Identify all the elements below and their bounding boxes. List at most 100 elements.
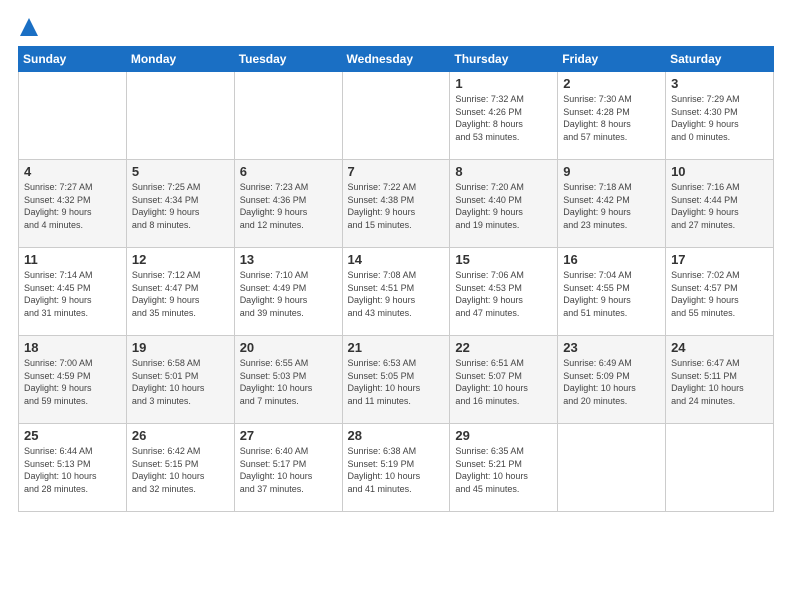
calendar-cell: [234, 72, 342, 160]
calendar-cell: 7 Sunrise: 7:22 AM Sunset: 4:38 PM Daylig…: [342, 160, 450, 248]
calendar-cell: 6 Sunrise: 7:23 AM Sunset: 4:36 PM Daylig…: [234, 160, 342, 248]
day-number: 21: [348, 340, 445, 355]
calendar-body: 1 Sunrise: 7:32 AM Sunset: 4:26 PM Daylig…: [19, 72, 774, 512]
calendar-cell: 28 Sunrise: 6:38 AM Sunset: 5:19 PM Dayli…: [342, 424, 450, 512]
calendar-cell: 29Sunrise: 6:35 AM Sunset: 5:21 PM Dayli…: [450, 424, 558, 512]
calendar-table: SundayMondayTuesdayWednesdayThursdayFrid…: [18, 46, 774, 512]
day-number: 16: [563, 252, 660, 267]
calendar-cell: 21 Sunrise: 6:53 AM Sunset: 5:05 PM Dayli…: [342, 336, 450, 424]
calendar-week-2: 4 Sunrise: 7:27 AM Sunset: 4:32 PM Daylig…: [19, 160, 774, 248]
calendar-cell: 23 Sunrise: 6:49 AM Sunset: 5:09 PM Dayli…: [558, 336, 666, 424]
day-number: 23: [563, 340, 660, 355]
calendar-cell: 3 Sunrise: 7:29 AM Sunset: 4:30 PM Daylig…: [666, 72, 774, 160]
day-number: 11: [24, 252, 121, 267]
calendar-cell: [558, 424, 666, 512]
calendar-cell: 5Sunrise: 7:25 AM Sunset: 4:34 PM Daylig…: [126, 160, 234, 248]
day-info: Sunrise: 6:38 AM Sunset: 5:19 PM Dayligh…: [348, 445, 445, 495]
day-info: Sunrise: 7:10 AM Sunset: 4:49 PM Dayligh…: [240, 269, 337, 319]
day-info: Sunrise: 7:20 AM Sunset: 4:40 PM Dayligh…: [455, 181, 552, 231]
day-number: 19: [132, 340, 229, 355]
day-info: Sunrise: 6:44 AM Sunset: 5:13 PM Dayligh…: [24, 445, 121, 495]
day-number: 1: [455, 76, 552, 91]
day-number: 14: [348, 252, 445, 267]
day-info: Sunrise: 7:08 AM Sunset: 4:51 PM Dayligh…: [348, 269, 445, 319]
calendar-cell: 1 Sunrise: 7:32 AM Sunset: 4:26 PM Daylig…: [450, 72, 558, 160]
calendar-cell: 17 Sunrise: 7:02 AM Sunset: 4:57 PM Dayli…: [666, 248, 774, 336]
header-row: SundayMondayTuesdayWednesdayThursdayFrid…: [19, 47, 774, 72]
weekday-header-friday: Friday: [558, 47, 666, 72]
day-number: 15: [455, 252, 552, 267]
day-number: 2: [563, 76, 660, 91]
calendar-cell: 4 Sunrise: 7:27 AM Sunset: 4:32 PM Daylig…: [19, 160, 127, 248]
day-info: Sunrise: 6:55 AM Sunset: 5:03 PM Dayligh…: [240, 357, 337, 407]
day-number: 17: [671, 252, 768, 267]
calendar-cell: 9 Sunrise: 7:18 AM Sunset: 4:42 PM Daylig…: [558, 160, 666, 248]
calendar-cell: 16 Sunrise: 7:04 AM Sunset: 4:55 PM Dayli…: [558, 248, 666, 336]
day-number: 3: [671, 76, 768, 91]
day-number: 13: [240, 252, 337, 267]
day-info: Sunrise: 7:04 AM Sunset: 4:55 PM Dayligh…: [563, 269, 660, 319]
day-number: 25: [24, 428, 121, 443]
day-info: Sunrise: 6:58 AM Sunset: 5:01 PM Dayligh…: [132, 357, 229, 407]
calendar-cell: [19, 72, 127, 160]
day-info: Sunrise: 7:16 AM Sunset: 4:44 PM Dayligh…: [671, 181, 768, 231]
day-info: Sunrise: 7:23 AM Sunset: 4:36 PM Dayligh…: [240, 181, 337, 231]
day-info: Sunrise: 6:42 AM Sunset: 5:15 PM Dayligh…: [132, 445, 229, 495]
day-number: 28: [348, 428, 445, 443]
day-number: 6: [240, 164, 337, 179]
day-number: 8: [455, 164, 552, 179]
calendar-cell: [342, 72, 450, 160]
calendar-cell: [126, 72, 234, 160]
day-info: Sunrise: 7:32 AM Sunset: 4:26 PM Dayligh…: [455, 93, 552, 143]
day-info: Sunrise: 7:02 AM Sunset: 4:57 PM Dayligh…: [671, 269, 768, 319]
calendar-cell: [666, 424, 774, 512]
logo-icon: [20, 18, 38, 36]
day-info: Sunrise: 6:49 AM Sunset: 5:09 PM Dayligh…: [563, 357, 660, 407]
day-info: Sunrise: 7:12 AM Sunset: 4:47 PM Dayligh…: [132, 269, 229, 319]
day-info: Sunrise: 7:00 AM Sunset: 4:59 PM Dayligh…: [24, 357, 121, 407]
calendar-cell: 11 Sunrise: 7:14 AM Sunset: 4:45 PM Dayli…: [19, 248, 127, 336]
day-info: Sunrise: 6:40 AM Sunset: 5:17 PM Dayligh…: [240, 445, 337, 495]
day-info: Sunrise: 7:30 AM Sunset: 4:28 PM Dayligh…: [563, 93, 660, 143]
calendar-cell: 14 Sunrise: 7:08 AM Sunset: 4:51 PM Dayli…: [342, 248, 450, 336]
weekday-header-sunday: Sunday: [19, 47, 127, 72]
day-number: 18: [24, 340, 121, 355]
calendar-cell: 8 Sunrise: 7:20 AM Sunset: 4:40 PM Daylig…: [450, 160, 558, 248]
calendar-cell: 27 Sunrise: 6:40 AM Sunset: 5:17 PM Dayli…: [234, 424, 342, 512]
weekday-header-tuesday: Tuesday: [234, 47, 342, 72]
calendar-cell: 24Sunrise: 6:47 AM Sunset: 5:11 PM Dayli…: [666, 336, 774, 424]
day-number: 22: [455, 340, 552, 355]
calendar-week-3: 11 Sunrise: 7:14 AM Sunset: 4:45 PM Dayli…: [19, 248, 774, 336]
calendar-cell: 2 Sunrise: 7:30 AM Sunset: 4:28 PM Daylig…: [558, 72, 666, 160]
day-info: Sunrise: 7:29 AM Sunset: 4:30 PM Dayligh…: [671, 93, 768, 143]
day-number: 10: [671, 164, 768, 179]
day-number: 4: [24, 164, 121, 179]
day-info: Sunrise: 7:25 AM Sunset: 4:34 PM Dayligh…: [132, 181, 229, 231]
day-info: Sunrise: 6:51 AM Sunset: 5:07 PM Dayligh…: [455, 357, 552, 407]
day-info: Sunrise: 7:14 AM Sunset: 4:45 PM Dayligh…: [24, 269, 121, 319]
page: SundayMondayTuesdayWednesdayThursdayFrid…: [0, 0, 792, 612]
calendar-cell: 12 Sunrise: 7:12 AM Sunset: 4:47 PM Dayli…: [126, 248, 234, 336]
calendar-cell: 25 Sunrise: 6:44 AM Sunset: 5:13 PM Dayli…: [19, 424, 127, 512]
weekday-header-thursday: Thursday: [450, 47, 558, 72]
calendar-header: SundayMondayTuesdayWednesdayThursdayFrid…: [19, 47, 774, 72]
day-info: Sunrise: 7:22 AM Sunset: 4:38 PM Dayligh…: [348, 181, 445, 231]
day-info: Sunrise: 7:18 AM Sunset: 4:42 PM Dayligh…: [563, 181, 660, 231]
calendar-cell: 26Sunrise: 6:42 AM Sunset: 5:15 PM Dayli…: [126, 424, 234, 512]
day-number: 24: [671, 340, 768, 355]
weekday-header-wednesday: Wednesday: [342, 47, 450, 72]
day-number: 27: [240, 428, 337, 443]
calendar-cell: 13 Sunrise: 7:10 AM Sunset: 4:49 PM Dayli…: [234, 248, 342, 336]
calendar-cell: 15Sunrise: 7:06 AM Sunset: 4:53 PM Dayli…: [450, 248, 558, 336]
day-number: 12: [132, 252, 229, 267]
day-number: 9: [563, 164, 660, 179]
day-number: 7: [348, 164, 445, 179]
calendar-week-1: 1 Sunrise: 7:32 AM Sunset: 4:26 PM Daylig…: [19, 72, 774, 160]
day-info: Sunrise: 6:53 AM Sunset: 5:05 PM Dayligh…: [348, 357, 445, 407]
weekday-header-monday: Monday: [126, 47, 234, 72]
day-number: 20: [240, 340, 337, 355]
calendar-cell: 22 Sunrise: 6:51 AM Sunset: 5:07 PM Dayli…: [450, 336, 558, 424]
calendar-week-4: 18 Sunrise: 7:00 AM Sunset: 4:59 PM Dayli…: [19, 336, 774, 424]
calendar-week-5: 25 Sunrise: 6:44 AM Sunset: 5:13 PM Dayli…: [19, 424, 774, 512]
day-info: Sunrise: 7:27 AM Sunset: 4:32 PM Dayligh…: [24, 181, 121, 231]
